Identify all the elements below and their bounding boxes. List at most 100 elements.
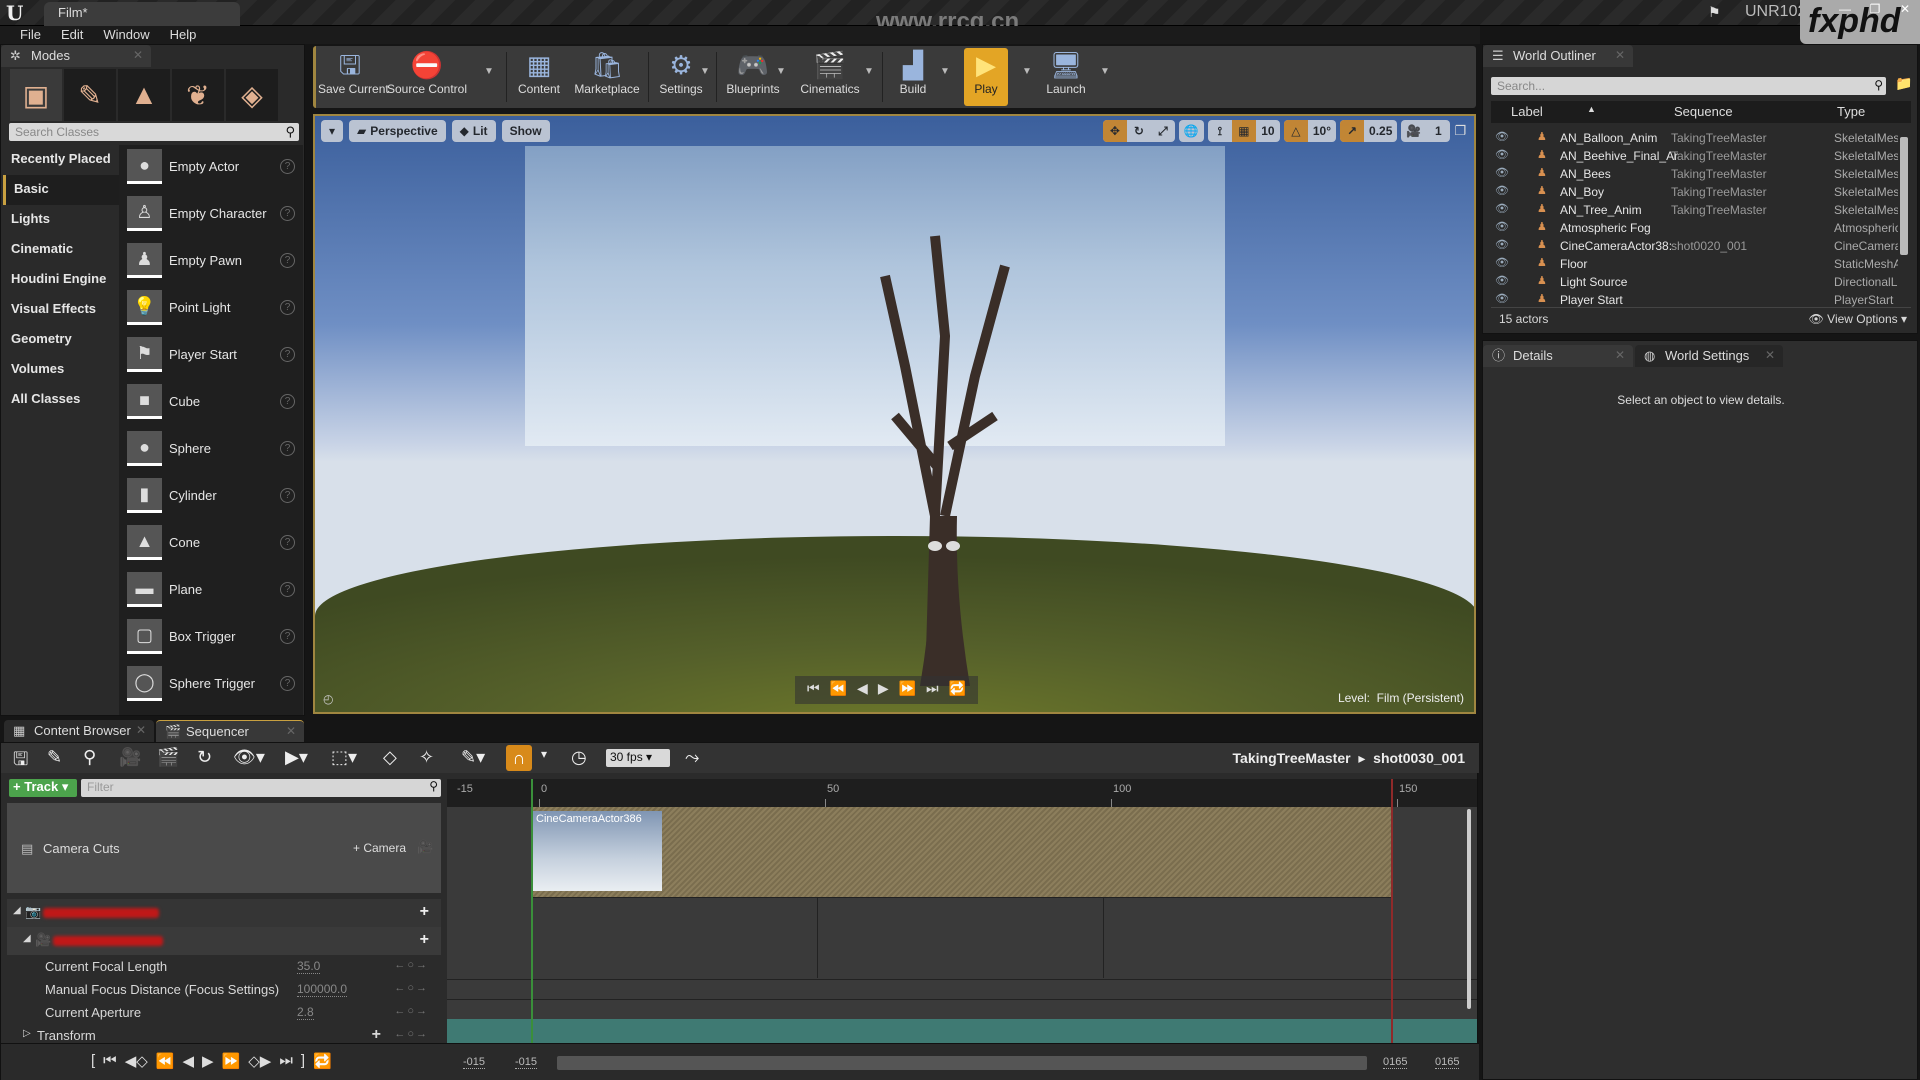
grid-snap-icon[interactable]: ▦	[1231, 120, 1256, 142]
paint-mode-icon[interactable]: ✎	[64, 69, 116, 121]
outliner-row[interactable]: 👁 ♟ AN_Balloon_Anim TakingTreeMaster Skeleta…	[1491, 129, 1899, 147]
key-navigation-icon[interactable]: ←○→	[394, 1028, 429, 1040]
camera-cut-section[interactable]: CineCameraActor386	[531, 807, 1391, 897]
tab-world-settings[interactable]: ◍ World Settings ✕	[1635, 345, 1783, 367]
property-value[interactable]: 100000.0	[297, 982, 348, 997]
marketplace-button[interactable]: 🛍 Marketplace	[571, 48, 643, 106]
level-viewport[interactable]: ▾ ▰ Perspective ◆ Lit Show ✥ ↻ ⤢ 🌐 ⟟ ▦ 10 …	[313, 114, 1476, 714]
add-icon[interactable]: +	[372, 1026, 381, 1044]
settings-button[interactable]: ⚙ Settings	[653, 48, 709, 106]
cinematics-button[interactable]: 🎬 Cinematics	[796, 48, 864, 106]
camera-actor-track[interactable]: ◢ 📷 +	[7, 899, 441, 927]
add-folder-icon[interactable]: 📁	[1895, 75, 1912, 92]
key-navigation-icon[interactable]: ←○→	[394, 959, 429, 971]
save-current-button[interactable]: 🖫 Save Current	[318, 48, 389, 106]
content-button[interactable]: ▦ Content	[511, 48, 567, 106]
outliner-row[interactable]: 👁 ♟ AN_Tree_Anim TakingTreeMaster SkeletalMe…	[1491, 201, 1899, 219]
breadcrumb-master[interactable]: TakingTreeMaster	[1233, 750, 1351, 766]
key-navigation-icon[interactable]: ←○→	[394, 1005, 429, 1017]
maximize-button[interactable]: ❐	[1860, 2, 1890, 16]
visibility-eye-icon[interactable]: 👁	[1495, 202, 1509, 215]
snap-dropdown-icon[interactable]: ▾	[541, 747, 547, 761]
class-item[interactable]: ■ Cube?	[119, 380, 303, 427]
outliner-scrollbar[interactable]	[1900, 137, 1908, 255]
help-icon[interactable]: ?	[280, 206, 295, 221]
document-tab[interactable]: Film*	[44, 2, 240, 26]
minimize-button[interactable]: —	[1830, 2, 1860, 16]
scale-icon[interactable]: ⤢	[1151, 120, 1175, 142]
foliage-mode-icon[interactable]: ❦	[172, 69, 224, 121]
tree-actor[interactable]	[875, 216, 1015, 686]
add-camera-button[interactable]: + Camera	[353, 841, 406, 855]
playback-options-icon[interactable]: ▶▾	[285, 747, 308, 768]
settings-dropdown-icon[interactable]: ▼	[700, 66, 710, 77]
visibility-eye-icon[interactable]: 👁	[1495, 130, 1509, 143]
play-dropdown-icon[interactable]: ▼	[1022, 66, 1032, 77]
view-options-icon[interactable]: 👁▾	[233, 747, 265, 768]
camera-component-track[interactable]: ◢ 🎥 +	[7, 927, 441, 955]
outliner-row[interactable]: 👁 ♟ Player Start PlayerStart	[1491, 291, 1899, 309]
grid-snap-value[interactable]: 10	[1256, 120, 1280, 142]
blueprints-dropdown-icon[interactable]: ▼	[776, 66, 786, 77]
tab-sequencer[interactable]: 🎬 Sequencer ✕	[156, 720, 304, 742]
outliner-row[interactable]: 👁 ♟ Atmospheric Fog Atmospheric	[1491, 219, 1899, 237]
camera-speed-icon[interactable]: 🎥	[1401, 120, 1426, 142]
class-item[interactable]: ▲ Cone?	[119, 521, 303, 568]
help-icon[interactable]: ?	[280, 535, 295, 550]
launch-dropdown-icon[interactable]: ▼	[1100, 66, 1110, 77]
set-end-icon[interactable]: ]	[301, 1052, 305, 1070]
class-item[interactable]: ● Empty Actor?	[119, 145, 303, 192]
help-icon[interactable]: ?	[280, 676, 295, 691]
expand-icon[interactable]: ▷	[23, 1028, 31, 1039]
help-icon[interactable]: ?	[280, 159, 295, 174]
working-range-start[interactable]: -015	[515, 1056, 538, 1069]
help-icon[interactable]: ?	[280, 629, 295, 644]
snap-toggle[interactable]: ∩	[506, 745, 532, 771]
range-scrollbar[interactable]	[557, 1056, 1367, 1070]
class-item[interactable]: ▮ Cylinder?	[119, 474, 303, 521]
transform-lane[interactable]	[447, 1019, 1477, 1043]
search-classes-input[interactable]: Search Classes ⚲	[9, 123, 299, 141]
build-button[interactable]: ▟ Build	[888, 48, 938, 106]
add-track-button[interactable]: + Track ▾	[9, 779, 77, 797]
property-value[interactable]: 35.0	[297, 959, 321, 974]
help-icon[interactable]: ?	[280, 253, 295, 268]
visibility-eye-icon[interactable]: 👁	[1495, 166, 1509, 179]
column-label[interactable]: Label	[1511, 104, 1543, 119]
source-control-status-icon[interactable]: ⚑	[1708, 4, 1726, 20]
help-icon[interactable]: ?	[280, 582, 295, 597]
category-volumes[interactable]: Volumes	[3, 355, 119, 385]
playback-end-marker[interactable]	[1391, 779, 1393, 1043]
visibility-eye-icon[interactable]: 👁	[1495, 148, 1509, 161]
column-type[interactable]: Type	[1837, 104, 1865, 119]
visibility-eye-icon[interactable]: 👁	[1495, 274, 1509, 287]
category-cinematic[interactable]: Cinematic	[3, 235, 119, 265]
render-movie-icon[interactable]: 🎬	[157, 747, 179, 768]
expand-icon[interactable]: ◢	[23, 933, 31, 944]
close-button[interactable]: ✕	[1890, 2, 1920, 16]
rotation-snap-value[interactable]: 10°	[1308, 120, 1336, 142]
help-icon[interactable]: ?	[280, 488, 295, 503]
save-icon[interactable]: 🖫	[13, 747, 28, 777]
lit-dropdown[interactable]: ◆ Lit	[451, 120, 496, 142]
camera-speed-value[interactable]: 1	[1426, 120, 1450, 142]
tab-modes[interactable]: ✲ Modes ✕	[1, 45, 151, 67]
set-start-icon[interactable]: [	[91, 1052, 95, 1070]
fps-dropdown[interactable]: 30 fps ▾	[606, 749, 670, 767]
category-geometry[interactable]: Geometry	[3, 325, 119, 355]
column-sequence[interactable]: Sequence	[1674, 104, 1733, 119]
close-icon[interactable]: ✕	[1615, 348, 1625, 362]
rotate-icon[interactable]: ↻	[1127, 120, 1151, 142]
source-control-button[interactable]: ⛔ Source Control	[386, 48, 468, 106]
view-options-button[interactable]: 👁 View Options ▾	[1809, 312, 1907, 326]
create-camera-icon[interactable]: 🎥	[119, 747, 141, 768]
place-mode-icon[interactable]: ▣	[10, 69, 62, 121]
step-back-icon[interactable]: ⏪	[156, 1052, 175, 1070]
class-item[interactable]: ♙ Empty Character?	[119, 192, 303, 239]
category-all-classes[interactable]: All Classes	[3, 385, 119, 415]
source-control-dropdown-icon[interactable]: ▼	[484, 66, 494, 77]
menu-window[interactable]: Window	[93, 26, 159, 44]
class-item[interactable]: ⚑ Player Start?	[119, 333, 303, 380]
outliner-row[interactable]: 👁 ♟ Floor StaticMeshA	[1491, 255, 1899, 273]
show-dropdown[interactable]: Show	[501, 120, 550, 142]
